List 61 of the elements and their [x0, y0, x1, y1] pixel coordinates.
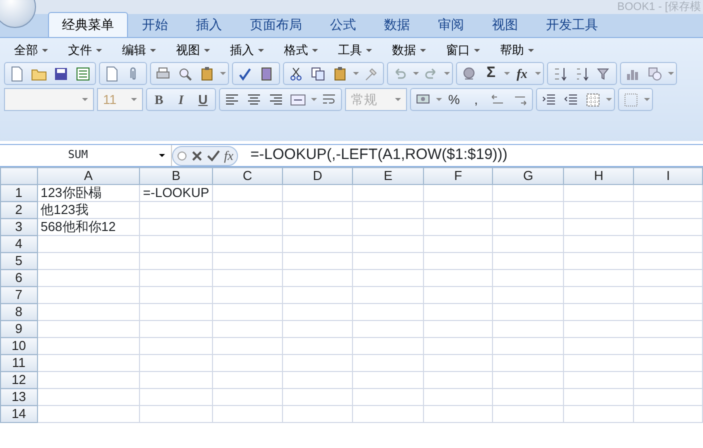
row-header[interactable]: 13 — [0, 388, 38, 406]
percent-button[interactable]: % — [443, 90, 465, 110]
menu-item[interactable]: 插入 — [220, 41, 274, 59]
menu-item[interactable]: 数据 — [382, 41, 436, 59]
row-header[interactable]: 4 — [0, 236, 38, 252]
row-header[interactable]: 1 — [0, 184, 38, 202]
row-header[interactable]: 8 — [0, 304, 38, 320]
italic-button[interactable]: I — [170, 90, 192, 110]
bold-button[interactable]: B — [148, 90, 170, 110]
column-header[interactable]: I — [634, 168, 702, 184]
font-name-field[interactable] — [4, 88, 94, 111]
insert-function-button[interactable]: fx — [224, 146, 234, 166]
column-header[interactable]: E — [352, 168, 424, 184]
column-header[interactable]: D — [282, 168, 353, 184]
ribbon-tab[interactable]: 开始 — [128, 12, 182, 37]
ribbon-tab[interactable]: 公式 — [316, 12, 370, 37]
column-header[interactable]: G — [492, 168, 564, 184]
row-header[interactable]: 6 — [0, 270, 38, 286]
row-header[interactable]: 2 — [0, 202, 38, 218]
formula-field[interactable]: =-LOOKUP(,-LEFT(A1,ROW($1:$19))) — [238, 144, 508, 167]
row-header[interactable]: 7 — [0, 286, 38, 304]
ribbon-tab[interactable]: 经典菜单 — [48, 12, 128, 37]
comma-button[interactable]: , — [465, 90, 487, 110]
menu-item[interactable]: 编辑 — [112, 41, 166, 59]
column-header[interactable]: B — [140, 168, 213, 184]
ribbon-tab[interactable]: 数据 — [370, 12, 424, 37]
menu-item[interactable]: 文件 — [58, 41, 112, 59]
menu-item[interactable]: 格式 — [274, 41, 328, 59]
circle-icon — [177, 150, 187, 160]
ribbon-tab[interactable]: 开发工具 — [532, 12, 612, 37]
function-button[interactable]: fx — [511, 64, 533, 84]
menu-item[interactable]: 窗口 — [436, 41, 490, 59]
column-header[interactable]: F — [423, 168, 493, 184]
sum-button[interactable]: Σ — [480, 64, 502, 84]
cell-text: 他123我 — [37, 202, 140, 218]
row-header[interactable]: 10 — [0, 338, 38, 354]
ribbon-tab[interactable]: 视图 — [478, 12, 532, 37]
cell-text: 568他和你12 — [37, 218, 140, 236]
menu-item[interactable]: 帮助 — [490, 41, 544, 59]
window-title: BOOK1 - [保存模 — [617, 0, 702, 14]
row-header[interactable]: 5 — [0, 252, 38, 270]
column-header[interactable]: A — [37, 168, 140, 184]
row-header[interactable]: 12 — [0, 372, 38, 388]
underline-button[interactable]: U — [192, 90, 214, 110]
cell-text: 123你卧榻 — [37, 184, 140, 202]
ribbon-tab[interactable]: 插入 — [182, 12, 236, 37]
cell-text: =-LOOKUP — [140, 184, 213, 202]
ribbon-tab[interactable]: 审阅 — [424, 12, 478, 37]
column-header[interactable]: C — [212, 168, 282, 184]
row-header[interactable]: 9 — [0, 320, 38, 338]
row-header[interactable]: 14 — [0, 406, 38, 422]
name-box[interactable]: SUM — [0, 145, 172, 166]
row-header[interactable]: 3 — [0, 218, 38, 236]
menu-item[interactable]: 工具 — [328, 41, 382, 59]
ribbon-tab[interactable]: 页面布局 — [236, 12, 316, 37]
menu-item[interactable]: 视图 — [166, 41, 220, 59]
row-header[interactable]: 11 — [0, 354, 38, 372]
menu-item[interactable]: 全部 — [4, 41, 58, 59]
column-header[interactable]: H — [563, 168, 634, 184]
check-icon[interactable] — [207, 150, 220, 162]
cancel-icon[interactable] — [191, 150, 203, 162]
